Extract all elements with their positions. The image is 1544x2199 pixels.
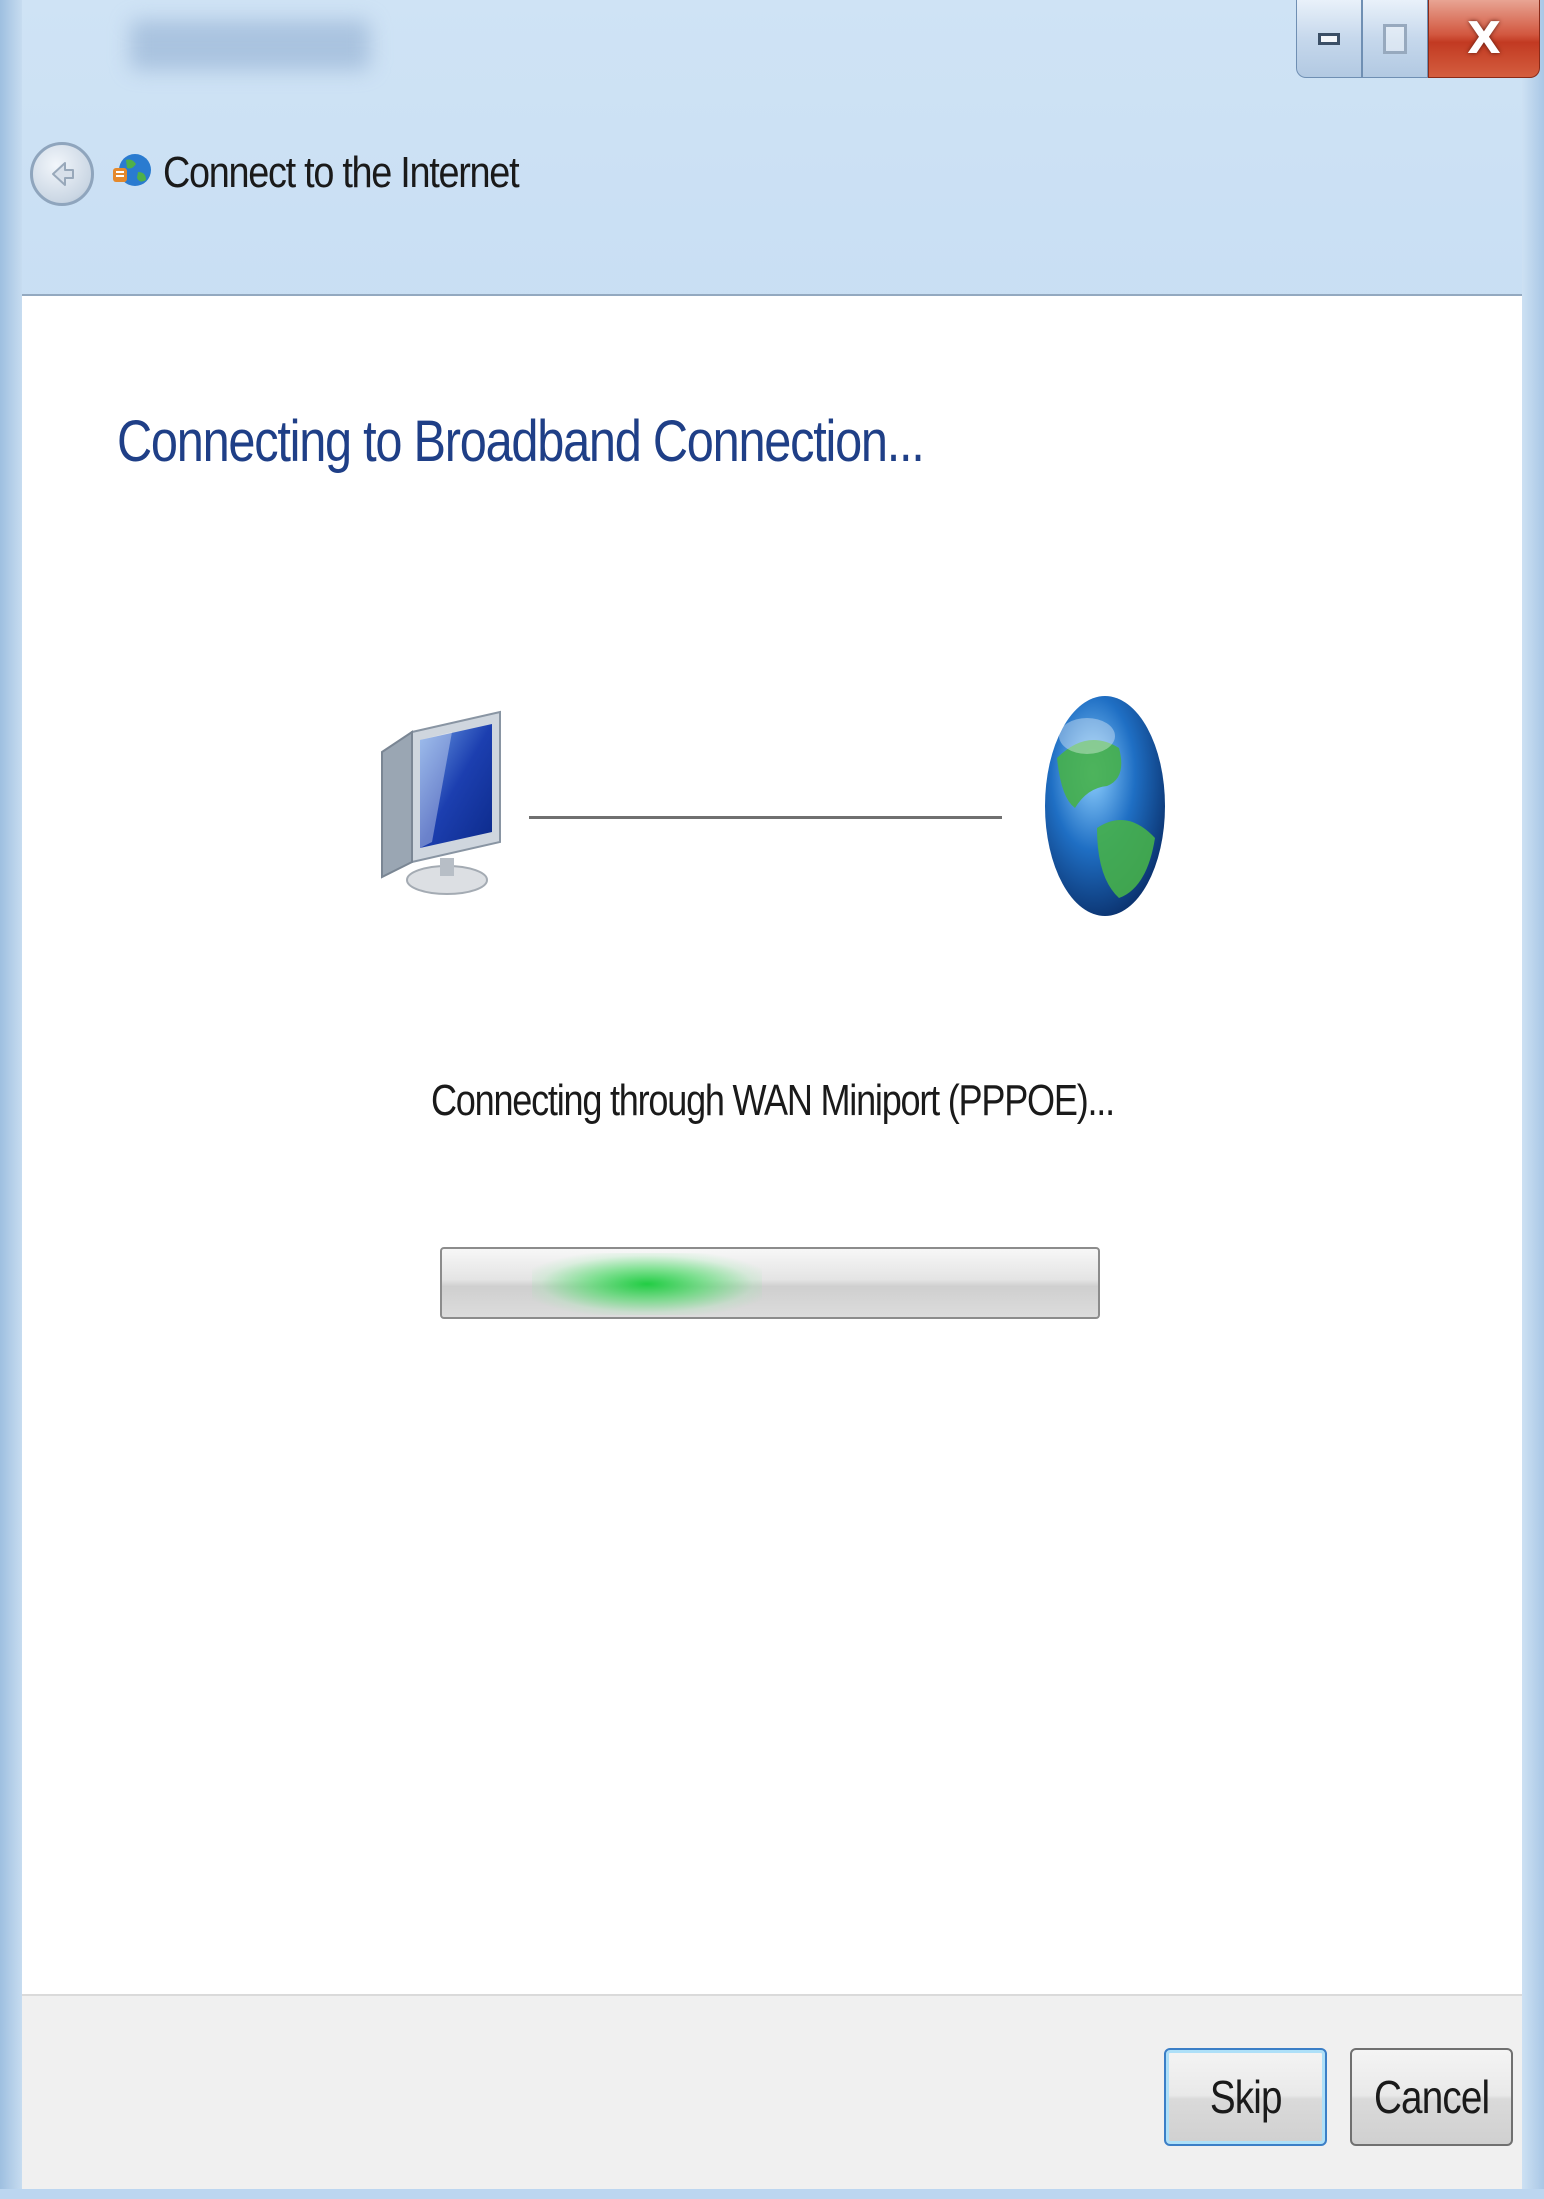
connection-status-label: Connecting through WAN Miniport (PPPOE).… [430,1076,1115,1125]
computer-icon [381,710,501,895]
minimize-button[interactable] [1296,0,1362,78]
page-heading: Connecting to Broadband Connection... [117,409,925,474]
progress-marquee-indicator [532,1253,762,1315]
wizard-content: Connecting to Broadband Connection... Co… [22,294,1522,1996]
caption-buttons: X [1296,0,1540,80]
close-icon: X [1467,12,1501,64]
connection-status-text: Connecting through WAN Miniport (PPPOE).… [22,1076,1522,1126]
navigation-bar: Connect to the Internet [22,130,1522,280]
connect-to-internet-window: X Connect to the Internet Connecting to … [0,0,1544,2199]
window-frame-right [1522,0,1544,2199]
skip-button[interactable]: Skip [1164,2048,1327,2146]
back-button[interactable] [30,142,94,206]
window-frame-left [0,0,22,2199]
window-frame-bottom [0,2189,1544,2199]
maximize-button[interactable] [1362,0,1428,78]
connection-line [529,816,1002,819]
window-title: Connect to the Internet [163,148,520,197]
title-bar-glass [130,20,370,70]
maximize-icon [1383,23,1407,54]
globe-icon [1045,696,1165,916]
wizard-footer: Skip Cancel [22,1994,1522,2191]
close-button[interactable]: X [1428,0,1540,78]
back-arrow-icon [52,162,74,186]
cancel-button-label: Cancel [1373,2071,1490,2123]
skip-button-label: Skip [1209,2071,1283,2123]
network-globe-icon [113,154,151,186]
cancel-button[interactable]: Cancel [1350,2048,1513,2146]
minimize-icon [1318,32,1340,45]
progress-bar [440,1247,1100,1319]
